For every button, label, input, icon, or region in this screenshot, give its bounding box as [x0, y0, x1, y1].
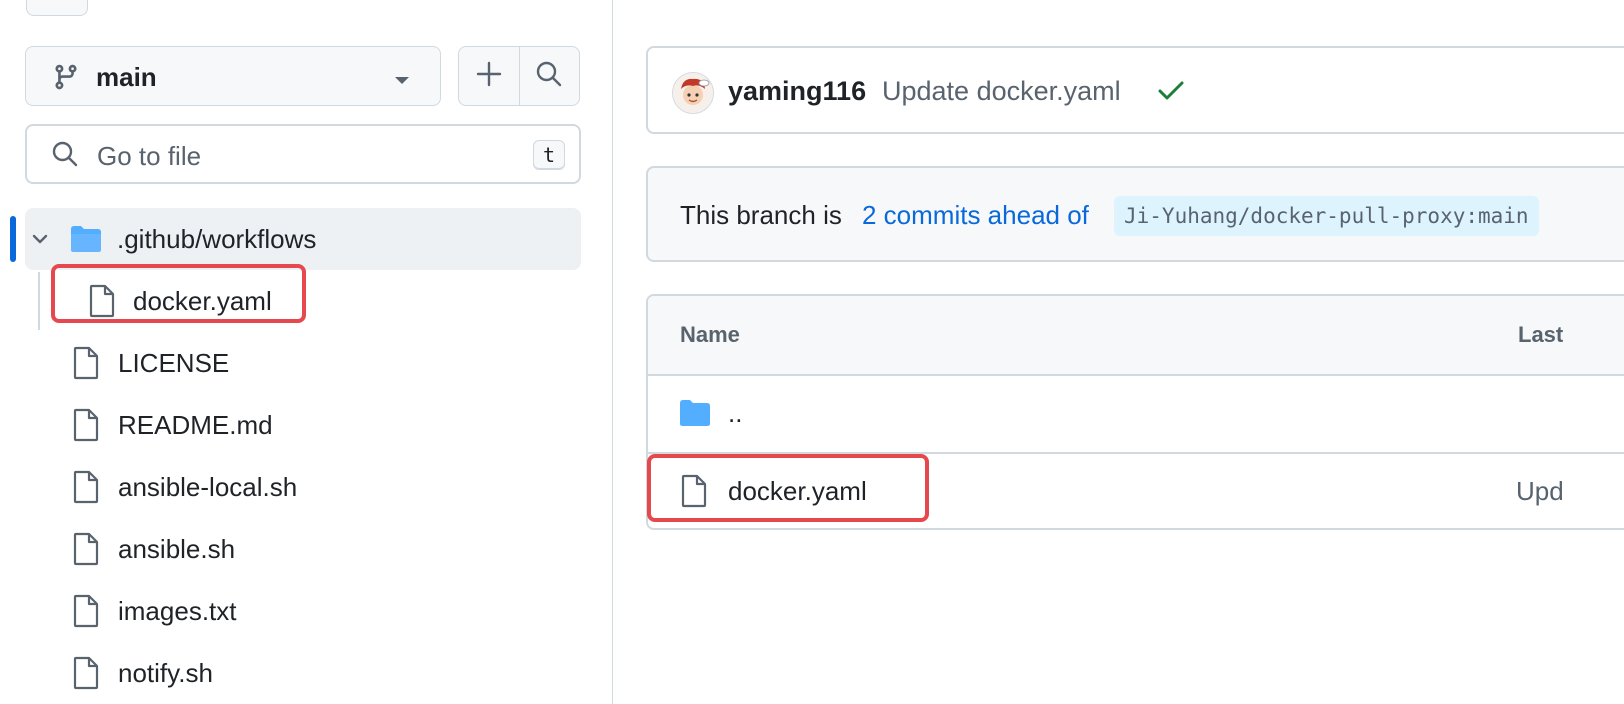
avatar[interactable]: [672, 72, 714, 114]
tree-item-ansible[interactable]: ansible.sh: [56, 518, 581, 580]
triangle-down-icon: [394, 73, 410, 91]
branch-name: main: [96, 62, 157, 92]
tree-actions-group: [458, 46, 580, 106]
tree-item-ansible-local[interactable]: ansible-local.sh: [56, 456, 581, 518]
file-icon: [88, 284, 116, 323]
tree-item-readme[interactable]: README.md: [56, 394, 581, 456]
branch-status-text: This branch is: [680, 200, 842, 230]
folder-icon: [678, 398, 712, 433]
file-icon: [72, 532, 100, 571]
folder-open-icon: [69, 224, 103, 259]
tree-item-label: notify.sh: [118, 658, 213, 688]
table-row-docker-yaml[interactable]: docker.yaml Upd: [648, 454, 1624, 528]
search-button[interactable]: [518, 47, 580, 105]
repo-file-view: main Go to file t .github/workflows dock…: [0, 0, 1624, 704]
file-icon: [72, 346, 100, 385]
active-item-marker: [10, 216, 16, 262]
parent-directory-link[interactable]: ..: [728, 398, 742, 429]
table-row-parent-dir[interactable]: ..: [648, 376, 1624, 454]
commit-author-link[interactable]: yaming116: [728, 76, 866, 107]
search-icon: [535, 60, 563, 93]
file-icon: [72, 594, 100, 633]
tree-item-label: README.md: [118, 410, 273, 440]
file-icon: [72, 470, 100, 509]
add-file-button[interactable]: [459, 47, 519, 105]
go-to-file-input[interactable]: Go to file t: [25, 124, 581, 184]
tree-indent-guide: [38, 272, 40, 330]
file-name-link[interactable]: docker.yaml: [728, 476, 867, 507]
latest-commit-bar: yaming116 Update docker.yaml: [646, 46, 1624, 134]
branch-status-banner: This branch is 2 commits ahead of Ji-Yuh…: [646, 166, 1624, 262]
top-toolbar-button[interactable]: [26, 0, 88, 16]
tree-item-label: .github/workflows: [117, 224, 317, 254]
search-icon: [51, 140, 79, 173]
tree-item-notify[interactable]: notify.sh: [56, 642, 581, 704]
tree-item-github-workflows[interactable]: .github/workflows: [25, 208, 581, 270]
upstream-branch-ref: Ji-Yuhang/docker-pull-proxy:main: [1114, 196, 1539, 236]
column-header-name: Name: [680, 322, 740, 347]
git-branch-icon: [52, 63, 80, 96]
last-commit-message-link[interactable]: Upd: [1516, 476, 1564, 507]
directory-table: Name Last .. docker.yaml Upd: [646, 294, 1624, 530]
tree-item-images-txt[interactable]: images.txt: [56, 580, 581, 642]
tree-item-license[interactable]: LICENSE: [56, 332, 581, 394]
chevron-down-icon[interactable]: [31, 230, 49, 253]
check-icon[interactable]: [1158, 80, 1184, 107]
keyboard-shortcut-hint: t: [533, 140, 565, 170]
plus-icon: [476, 61, 502, 92]
file-icon: [72, 656, 100, 695]
tree-item-label: ansible.sh: [118, 534, 236, 564]
go-to-file-placeholder: Go to file: [97, 141, 202, 171]
column-header-last-commit: Last: [1518, 322, 1564, 347]
tree-item-docker-yaml[interactable]: docker.yaml: [56, 270, 581, 332]
tree-item-label: LICENSE: [118, 348, 230, 378]
tree-item-label: docker.yaml: [133, 286, 272, 316]
tree-item-label: ansible-local.sh: [118, 472, 298, 502]
sidebar-divider[interactable]: [612, 0, 613, 704]
branch-selector-button[interactable]: main: [25, 46, 441, 106]
table-header: Name Last: [648, 296, 1624, 376]
file-icon: [680, 474, 708, 513]
commits-ahead-link[interactable]: 2 commits ahead of: [862, 200, 1089, 231]
commit-message-link[interactable]: Update docker.yaml: [882, 76, 1121, 107]
tree-item-label: images.txt: [118, 596, 237, 626]
file-icon: [72, 408, 100, 447]
